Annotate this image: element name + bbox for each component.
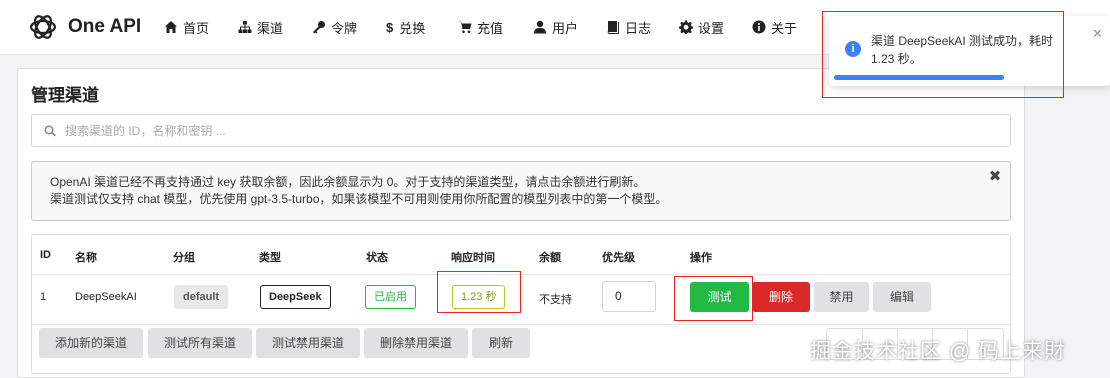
user-icon [534, 20, 546, 34]
dollar-icon: $ [386, 19, 394, 35]
notice-line-2: 渠道测试仅支持 chat 模型，优先使用 gpt-3.5-turbo，如果该模型… [50, 192, 668, 206]
page-title: 管理渠道 [31, 86, 99, 105]
column-header-id[interactable]: ID [40, 249, 51, 261]
key-icon [313, 21, 325, 34]
info-circle-icon [752, 20, 766, 34]
column-header-group[interactable]: 分组 [173, 249, 195, 265]
delete-button[interactable]: 删除 [752, 282, 810, 312]
search-icon [44, 125, 56, 136]
cell-id: 1 [40, 291, 47, 303]
toast-highlight [822, 11, 1064, 98]
refresh-button[interactable]: 刷新 [472, 328, 530, 358]
home-icon [165, 21, 177, 33]
group-tag: default [174, 285, 229, 309]
cart-icon [458, 21, 472, 34]
nav-users[interactable]: 用户 [533, 17, 578, 37]
info-notice: OpenAI 渠道已经不再支持通过 key 获取余额，因此余额显示为 0。对于支… [31, 161, 1011, 221]
nav-logs[interactable]: 日志 [606, 17, 651, 37]
nav-users-label: 用户 [552, 20, 579, 36]
column-header-response-time[interactable]: 响应时间 [451, 249, 495, 265]
brand[interactable]: One API [26, 10, 141, 44]
column-header-actions: 操作 [690, 252, 712, 264]
test-disabled-channels-button[interactable]: 测试禁用渠道 [256, 328, 360, 358]
nav-about-label: 关于 [771, 20, 798, 36]
notice-line-1: OpenAI 渠道已经不再支持通过 key 获取余额，因此余额显示为 0。对于支… [50, 175, 646, 189]
nav-redeem[interactable]: $ 兑换 [386, 17, 425, 37]
watermark: 掘金技术社区 @ 码上来財 [810, 340, 1066, 363]
row-divider [32, 324, 1010, 325]
nav-settings[interactable]: 设置 [679, 17, 724, 37]
gear-icon [679, 20, 693, 34]
header-divider [32, 274, 1010, 275]
column-header-name[interactable]: 名称 [75, 249, 97, 265]
disable-button[interactable]: 禁用 [814, 282, 869, 312]
priority-input[interactable]: 0 [602, 281, 656, 312]
nav-home[interactable]: 首页 [164, 17, 209, 37]
cell-name: DeepSeekAI [75, 291, 137, 303]
openai-logo-icon [29, 15, 57, 39]
nav-channels[interactable]: 渠道 [238, 17, 283, 37]
status-badge: 已启用 [365, 285, 416, 309]
test-button-highlight [674, 276, 753, 321]
nav-settings-label: 设置 [698, 20, 725, 36]
type-tag: DeepSeek [260, 285, 331, 309]
channels-card: 管理渠道 OpenAI 渠道已经不再支持通过 key 获取余额，因此余额显示为 … [17, 68, 1025, 378]
nav-channels-label: 渠道 [257, 20, 284, 36]
nav-topup-label: 充值 [477, 20, 504, 36]
nav-tokens-label: 令牌 [331, 20, 358, 36]
cell-balance[interactable]: 不支持 [539, 291, 572, 307]
column-header-status[interactable]: 状态 [366, 249, 388, 265]
column-header-priority[interactable]: 优先级 [602, 249, 635, 265]
nav-redeem-label: 兑换 [399, 20, 426, 36]
nav-tokens[interactable]: 令牌 [312, 17, 357, 37]
toast-close-icon[interactable]: ✕ [1092, 26, 1103, 42]
app-name: One API [68, 16, 142, 37]
close-icon[interactable]: ✖ [988, 169, 1002, 184]
edit-button[interactable]: 编辑 [873, 282, 931, 312]
nav-about[interactable]: 关于 [752, 17, 797, 37]
add-channel-button[interactable]: 添加新的渠道 [39, 328, 143, 358]
column-header-type[interactable]: 类型 [259, 249, 281, 265]
column-header-balance[interactable]: 余额 [539, 249, 561, 265]
sitemap-icon [238, 21, 252, 33]
search-box[interactable] [31, 114, 1011, 147]
test-all-channels-button[interactable]: 测试所有渠道 [148, 328, 252, 358]
search-input[interactable] [65, 123, 965, 138]
book-icon [607, 21, 619, 34]
nav-home-label: 首页 [183, 20, 210, 36]
nav-logs-label: 日志 [625, 20, 652, 36]
response-time-highlight [437, 271, 521, 313]
nav-topup[interactable]: 充值 [458, 17, 503, 37]
delete-disabled-channels-button[interactable]: 删除禁用渠道 [364, 328, 468, 358]
